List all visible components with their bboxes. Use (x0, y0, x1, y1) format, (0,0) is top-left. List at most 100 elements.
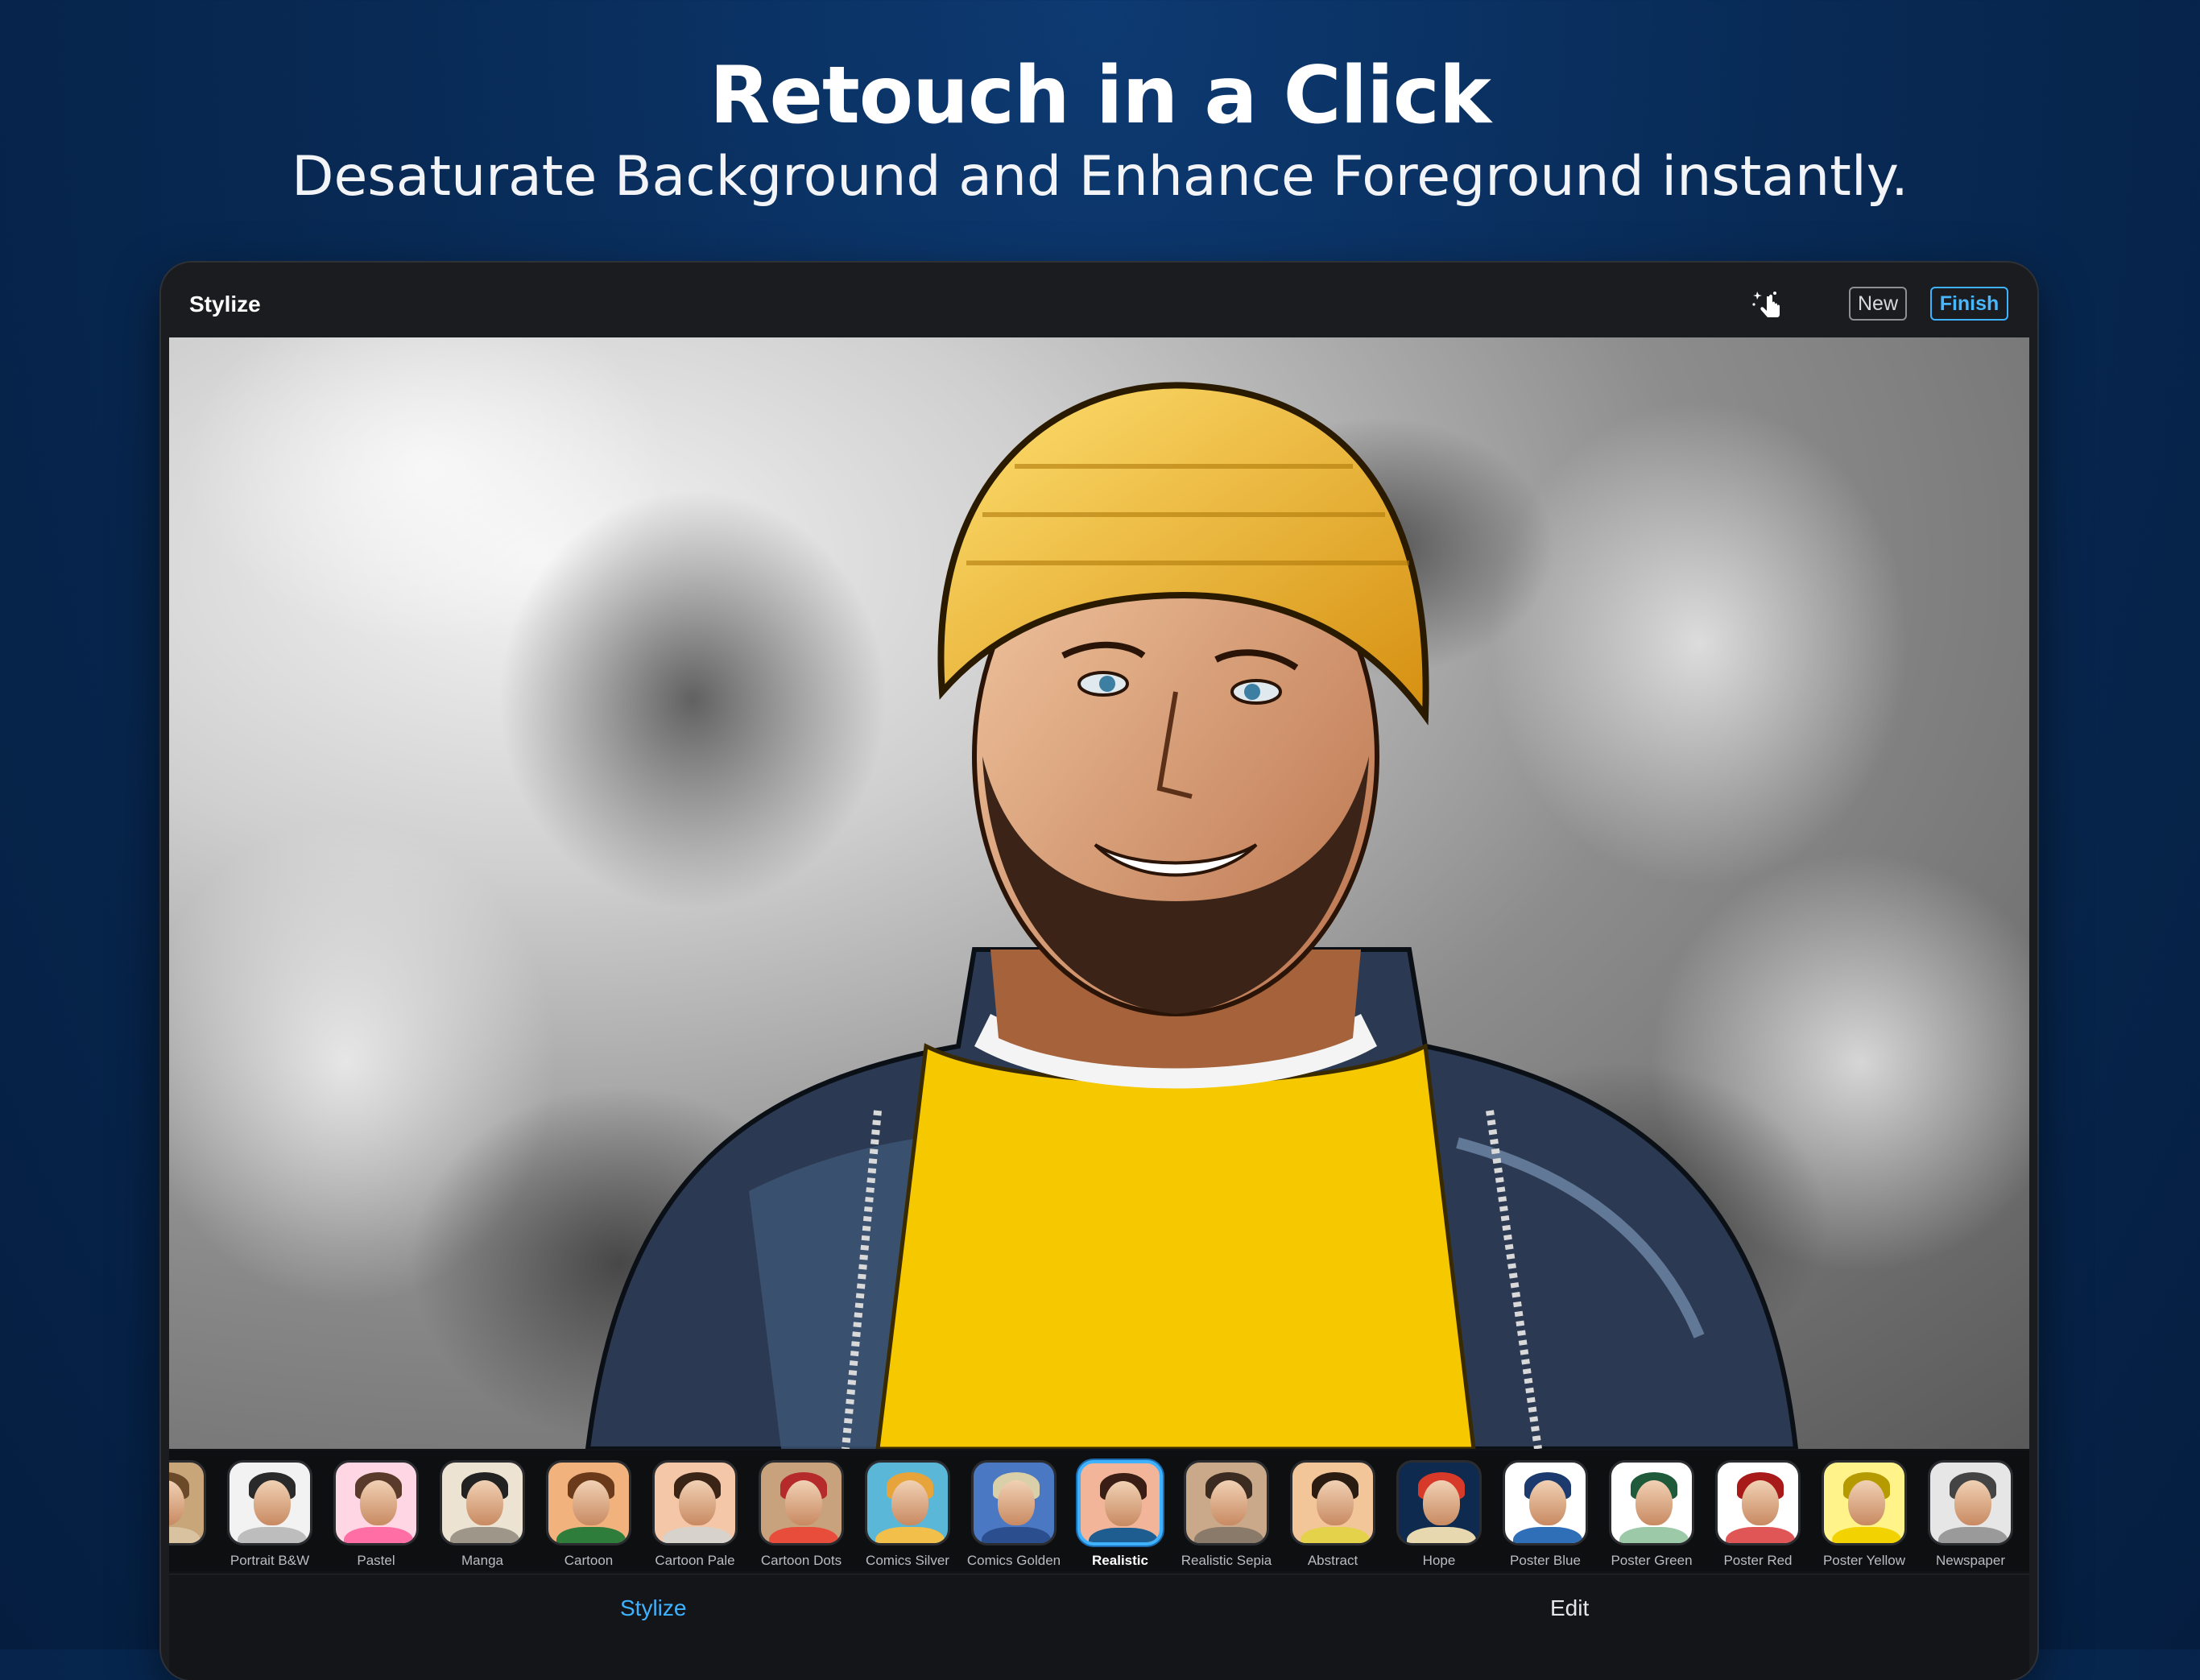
finish-button[interactable]: Finish (1930, 287, 2008, 321)
thumbnail-face (891, 1480, 928, 1525)
style-item[interactable]: Abstract (1285, 1460, 1380, 1568)
style-thumbnail[interactable] (1184, 1460, 1269, 1546)
thumbnail-face (254, 1480, 291, 1525)
thumbnail-body (169, 1527, 201, 1543)
thumbnail-face (1742, 1480, 1779, 1525)
style-label: Cartoon Pale (655, 1553, 735, 1568)
thumbnail-face (679, 1480, 716, 1525)
app-screen: Stylize New Finish Portrait B&W Pastel M… (169, 271, 2029, 1680)
new-button[interactable]: New (1849, 287, 1907, 321)
style-item[interactable]: Poster Blue (1498, 1460, 1593, 1568)
style-label: Manga (461, 1553, 503, 1568)
style-thumbnail[interactable] (333, 1460, 419, 1546)
thumbnail-face (573, 1480, 610, 1525)
tab-stylize[interactable]: Stylize (620, 1595, 686, 1621)
thumbnail-body (1407, 1527, 1476, 1543)
thumbnail-body (982, 1527, 1051, 1543)
style-item[interactable] (169, 1460, 211, 1565)
headline: Retouch in a Click (709, 50, 1491, 142)
style-item[interactable]: Manga (435, 1460, 530, 1568)
style-label: Comics Golden (966, 1553, 1061, 1568)
magic-touch-icon[interactable] (1747, 285, 1788, 325)
style-label: Abstract (1307, 1553, 1358, 1568)
style-item[interactable]: Realistic Sepia (1179, 1460, 1274, 1568)
style-label: Poster Red (1723, 1553, 1793, 1568)
style-thumbnail[interactable] (169, 1460, 206, 1546)
style-label: Comics Silver (866, 1553, 949, 1568)
thumbnail-face (1423, 1480, 1460, 1525)
subheadline: Desaturate Background and Enhance Foregr… (292, 145, 1908, 209)
thumbnail-body (1089, 1528, 1158, 1542)
thumbnail-face (998, 1480, 1035, 1525)
style-item[interactable]: Poster Red (1710, 1460, 1805, 1568)
style-thumbnail[interactable] (1290, 1460, 1375, 1546)
thumbnail-body (1619, 1527, 1689, 1543)
thumbnail-face (360, 1480, 397, 1525)
thumbnail-body (1726, 1527, 1795, 1543)
style-item[interactable]: Cartoon (541, 1460, 636, 1568)
style-strip: Portrait B&W Pastel Manga Cartoon Cartoon Pa… (169, 1450, 2029, 1571)
style-label: Realistic (1092, 1553, 1148, 1568)
tab-edit[interactable]: Edit (1550, 1595, 1589, 1621)
style-item[interactable]: Cartoon Pale (647, 1460, 742, 1568)
stylized-portrait (169, 337, 2029, 1449)
thumbnail-body (344, 1527, 413, 1543)
thumbnail-face (1210, 1480, 1247, 1525)
thumbnail-body (450, 1527, 519, 1543)
style-thumbnail[interactable] (1077, 1460, 1163, 1546)
style-label: Cartoon (564, 1553, 614, 1568)
thumbnail-face (785, 1480, 822, 1525)
thumbnail-face (1529, 1480, 1566, 1525)
style-thumbnail[interactable] (1715, 1460, 1801, 1546)
style-label: Newspaper (1936, 1553, 2005, 1568)
thumbnail-body (769, 1527, 838, 1543)
thumbnail-face (1848, 1480, 1885, 1525)
thumbnail-body (1938, 1527, 2008, 1543)
style-item[interactable]: Poster Green (1604, 1460, 1699, 1568)
thumbnail-body (1832, 1527, 1901, 1543)
style-thumbnail[interactable] (1609, 1460, 1694, 1546)
style-label: Cartoon Dots (760, 1553, 842, 1568)
style-item[interactable]: Hope (1392, 1460, 1487, 1568)
thumbnail-body (1301, 1527, 1370, 1543)
style-item[interactable]: Newspaper (1923, 1460, 2018, 1568)
thumbnail-face (1954, 1480, 1991, 1525)
thumbnail-body (556, 1527, 626, 1543)
style-item[interactable]: Portrait B&W (222, 1460, 317, 1568)
style-thumbnail[interactable] (1396, 1460, 1482, 1546)
bottom-tab-bar: Stylize Edit (169, 1574, 2029, 1680)
style-thumbnail[interactable] (1822, 1460, 1907, 1546)
toolbar-title: Stylize (189, 292, 261, 317)
style-thumbnail[interactable] (440, 1460, 525, 1546)
thumbnail-body (875, 1527, 945, 1543)
style-label: Portrait B&W (230, 1553, 310, 1568)
style-item[interactable]: Cartoon Dots (754, 1460, 849, 1568)
style-item[interactable]: Comics Silver (860, 1460, 955, 1568)
thumbnail-body (1513, 1527, 1582, 1543)
thumbnail-body (238, 1527, 307, 1543)
style-thumbnail[interactable] (971, 1460, 1057, 1546)
style-thumbnail[interactable] (546, 1460, 631, 1546)
style-label: Ha (2021, 1553, 2029, 1569)
style-label: Poster Blue (1510, 1553, 1581, 1568)
style-thumbnail[interactable] (652, 1460, 738, 1546)
photo-canvas[interactable] (169, 337, 2029, 1449)
style-label: Poster Yellow (1822, 1553, 1906, 1568)
style-label: Poster Green (1611, 1553, 1693, 1568)
style-item[interactable]: Poster Yellow (1817, 1460, 1912, 1568)
style-label: Hope (1422, 1553, 1456, 1568)
style-item[interactable]: Realistic (1073, 1460, 1168, 1568)
thumbnail-face (1636, 1480, 1673, 1525)
thumbnail-face (1105, 1481, 1142, 1526)
style-thumbnail[interactable] (865, 1460, 950, 1546)
style-thumbnail[interactable] (1503, 1460, 1588, 1546)
thumbnail-body (663, 1527, 732, 1543)
style-thumbnail[interactable] (227, 1460, 312, 1546)
thumbnail-face (466, 1480, 503, 1525)
thumbnail-face (1317, 1480, 1354, 1525)
style-thumbnail[interactable] (1928, 1460, 2013, 1546)
style-thumbnail[interactable] (759, 1460, 844, 1546)
style-item[interactable]: Comics Golden (966, 1460, 1061, 1568)
style-item[interactable]: Pastel (329, 1460, 424, 1568)
style-label: Pastel (357, 1553, 395, 1568)
